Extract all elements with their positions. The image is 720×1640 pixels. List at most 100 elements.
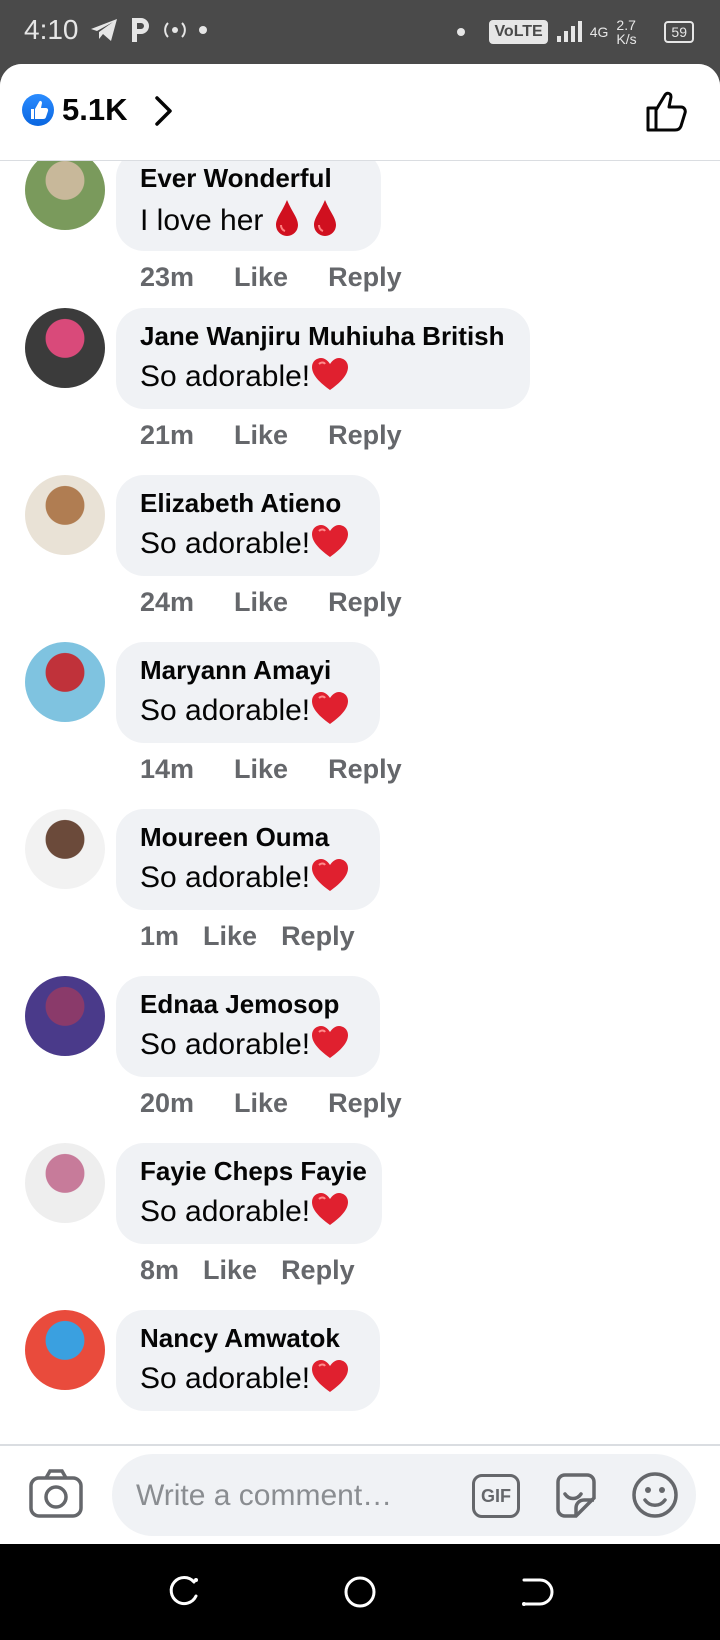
commenter-name[interactable]: Maryann Amayi <box>140 654 356 686</box>
reply-button[interactable]: Reply <box>328 262 402 293</box>
like-comment-button[interactable]: Like <box>234 262 288 293</box>
avatar[interactable] <box>25 161 105 230</box>
commenter-name[interactable]: Fayie Cheps Fayie <box>140 1155 367 1187</box>
comment-text: So adorable! <box>140 1358 356 1399</box>
commenter-name[interactable]: Elizabeth Atieno <box>140 487 356 519</box>
like-comment-button[interactable]: Like <box>234 420 288 451</box>
comment-item: Nancy Amwatok So adorable! <box>0 1310 720 1444</box>
comment-bubble[interactable]: Maryann Amayi So adorable! <box>116 642 380 743</box>
heart-emoji-icon <box>312 1026 349 1058</box>
comment-input-pill[interactable]: GIF <box>112 1454 696 1536</box>
comment-item: Maryann Amayi So adorable! 14m Like Reply <box>0 642 720 813</box>
comment-timestamp[interactable]: 14m <box>140 754 194 785</box>
hotspot-icon <box>163 22 186 38</box>
comment-actions: 1m Like Reply <box>140 921 355 952</box>
home-icon[interactable] <box>342 1574 378 1610</box>
reply-button[interactable]: Reply <box>328 754 402 785</box>
avatar[interactable] <box>25 1310 105 1390</box>
comment-composer: GIF <box>0 1446 720 1544</box>
network-speed: 2.7 K/s <box>616 17 637 47</box>
comment-bubble[interactable]: Fayie Cheps Fayie So adorable! <box>116 1143 382 1244</box>
reply-button[interactable]: Reply <box>281 1255 355 1286</box>
comment-text-content: So adorable! <box>140 694 311 727</box>
reaction-count[interactable]: 5.1K <box>62 92 127 128</box>
commenter-name[interactable]: Moureen Ouma <box>140 821 356 853</box>
parking-icon <box>131 18 149 42</box>
gif-button[interactable]: GIF <box>472 1474 520 1518</box>
like-comment-button[interactable]: Like <box>234 587 288 618</box>
reactions-header: 5.1K <box>0 64 720 161</box>
clock: 4:10 <box>24 14 79 45</box>
avatar[interactable] <box>25 976 105 1056</box>
avatar[interactable] <box>25 475 105 555</box>
sticker-icon[interactable] <box>552 1472 600 1520</box>
comment-text: So adorable! <box>140 356 506 397</box>
comment-text-content: So adorable! <box>140 360 311 393</box>
comment-item: Ever Wonderful I love her 23m Like Reply <box>0 161 720 321</box>
emoji-icon[interactable] <box>630 1470 680 1520</box>
comment-text: So adorable! <box>140 857 356 898</box>
like-comment-button[interactable]: Like <box>203 921 257 952</box>
status-right: VoLTE 4G 2.7 K/s 59 <box>457 18 694 46</box>
commenter-name[interactable]: Jane Wanjiru Muhiuha British <box>140 320 506 352</box>
comment-actions: 21m Like Reply <box>140 420 402 451</box>
comment-text: So adorable! <box>140 690 356 731</box>
battery-icon: 59 <box>664 21 694 43</box>
heart-emoji-icon <box>312 692 349 724</box>
avatar[interactable] <box>25 809 105 889</box>
notification-dot-icon <box>198 26 207 34</box>
comment-bubble[interactable]: Jane Wanjiru Muhiuha British So adorable! <box>116 308 530 409</box>
camera-icon[interactable] <box>28 1468 84 1520</box>
network-type: 4G <box>589 24 609 40</box>
comment-bubble[interactable]: Nancy Amwatok So adorable! <box>116 1310 380 1411</box>
volte-badge: VoLTE <box>489 20 548 44</box>
comment-timestamp[interactable]: 23m <box>140 262 194 293</box>
status-left: 4:10 <box>24 14 207 46</box>
comment-list: Ever Wonderful I love her 23m Like Reply Jane… <box>0 161 720 1444</box>
comment-timestamp[interactable]: 1m <box>140 921 179 952</box>
comment-bubble[interactable]: Moureen Ouma So adorable! <box>116 809 380 910</box>
comment-bubble[interactable]: Ednaa Jemosop So adorable! <box>116 976 380 1077</box>
commenter-name[interactable]: Ednaa Jemosop <box>140 988 356 1020</box>
status-dot-icon <box>457 28 466 36</box>
chevron-right-icon[interactable] <box>148 94 178 128</box>
comment-actions: 23m Like Reply <box>140 262 402 293</box>
comment-actions: 20m Like Reply <box>140 1088 402 1119</box>
reply-button[interactable]: Reply <box>328 587 402 618</box>
comment-timestamp[interactable]: 20m <box>140 1088 194 1119</box>
signal-icon <box>556 21 582 42</box>
telegram-icon <box>90 19 117 41</box>
commenter-name[interactable]: Nancy Amwatok <box>140 1322 356 1354</box>
comment-text-content: So adorable! <box>140 1195 311 1228</box>
comment-timestamp[interactable]: 8m <box>140 1255 179 1286</box>
comment-text: I love her <box>140 198 357 241</box>
reply-button[interactable]: Reply <box>281 921 355 952</box>
comment-timestamp[interactable]: 21m <box>140 420 194 451</box>
comment-item: Ednaa Jemosop So adorable! 20m Like Reply <box>0 976 720 1147</box>
comment-text: So adorable! <box>140 523 356 564</box>
avatar[interactable] <box>25 308 105 388</box>
comment-actions: 14m Like Reply <box>140 754 402 785</box>
back-icon[interactable] <box>518 1574 554 1610</box>
comment-bubble[interactable]: Elizabeth Atieno So adorable! <box>116 475 380 576</box>
avatar[interactable] <box>25 642 105 722</box>
like-comment-button[interactable]: Like <box>234 754 288 785</box>
recent-apps-icon[interactable] <box>166 1574 202 1610</box>
comment-input[interactable] <box>136 1476 436 1516</box>
comment-text: So adorable! <box>140 1024 356 1065</box>
avatar[interactable] <box>25 1143 105 1223</box>
heart-emoji-icon <box>312 1360 349 1392</box>
like-reaction-icon[interactable] <box>22 94 54 126</box>
like-comment-button[interactable]: Like <box>203 1255 257 1286</box>
like-post-icon[interactable] <box>644 88 690 134</box>
comment-timestamp[interactable]: 24m <box>140 587 194 618</box>
comment-actions: 24m Like Reply <box>140 587 402 618</box>
reply-button[interactable]: Reply <box>328 1088 402 1119</box>
comment-bubble[interactable]: Ever Wonderful I love her <box>116 161 381 251</box>
comment-item: Fayie Cheps Fayie So adorable! 8m Like Reply <box>0 1143 720 1314</box>
heart-emoji-icon <box>312 1193 349 1225</box>
like-comment-button[interactable]: Like <box>234 1088 288 1119</box>
commenter-name[interactable]: Ever Wonderful <box>140 162 357 194</box>
reply-button[interactable]: Reply <box>328 420 402 451</box>
comment-text: So adorable! <box>140 1191 358 1232</box>
